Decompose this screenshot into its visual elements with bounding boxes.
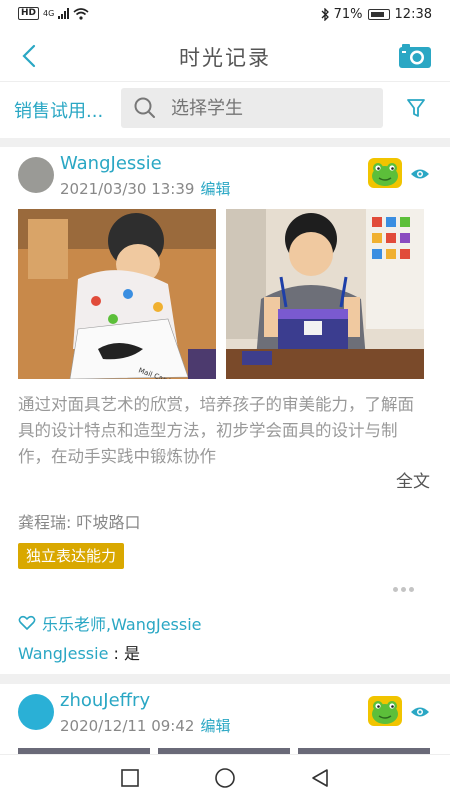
avatar[interactable]: [18, 694, 54, 730]
wifi-icon: [73, 7, 89, 20]
bluetooth-icon: [321, 8, 329, 21]
edit-link[interactable]: 编辑: [200, 180, 230, 198]
visibility-eye-icon[interactable]: [410, 167, 430, 181]
likes-row: 乐乐老师,WangJessie: [18, 611, 202, 635]
photo-mask-image: [226, 209, 424, 379]
home-icon[interactable]: [213, 766, 237, 790]
post-datetime: 2021/03/30 13:39: [60, 180, 195, 198]
status-left: HD 4G: [18, 7, 89, 20]
frog-icon[interactable]: [368, 158, 402, 188]
post-author[interactable]: zhouJeffry: [60, 690, 150, 711]
post-photo[interactable]: Mail Carrier: [18, 209, 216, 379]
post-photo[interactable]: [226, 209, 424, 379]
timeline-post: zhouJeffry 2020/12/11 09:42 编辑: [0, 684, 450, 754]
post-text: 通过对面具艺术的欣赏，培养孩子的审美能力，了解面具的设计特点和造型方法，初步学会…: [18, 395, 414, 466]
post-datetime: 2020/12/11 09:42: [60, 717, 195, 735]
more-options-icon[interactable]: [393, 587, 414, 592]
filter-row: 销售试用...: [0, 82, 450, 138]
post-meta: 2021/03/30 13:39 编辑: [60, 178, 230, 199]
post-author[interactable]: WangJessie: [60, 153, 162, 174]
comment-text: 是: [123, 644, 140, 663]
battery-icon: [367, 9, 390, 20]
student-search-input[interactable]: [171, 88, 371, 128]
hd-badge: HD: [18, 7, 40, 20]
frog-icon[interactable]: [368, 696, 402, 726]
network-label: 4G: [43, 9, 55, 18]
divider: [0, 138, 450, 147]
clock: 12:38: [394, 7, 432, 22]
comment: WangJessie : 是: [18, 640, 140, 664]
post-meta: 2020/12/11 09:42 编辑: [60, 715, 230, 736]
expand-fulltext-link[interactable]: 全文: [396, 467, 430, 492]
comment-separator: :: [108, 644, 124, 663]
photo-coloring-image: Mail Carrier: [18, 209, 216, 379]
visibility-eye-icon[interactable]: [410, 705, 430, 719]
filter-icon[interactable]: [406, 97, 426, 119]
ability-tag[interactable]: 独立表达能力: [18, 543, 125, 569]
likes-names: 乐乐老师,WangJessie: [42, 615, 202, 634]
status-right: 71% 12:38: [321, 7, 432, 22]
heart-icon[interactable]: [18, 615, 36, 631]
system-nav-bar: [0, 754, 450, 800]
recent-apps-icon[interactable]: [118, 766, 142, 790]
timeline-post: WangJessie 2021/03/30 13:39 编辑 Mail Carri…: [0, 147, 450, 674]
avatar[interactable]: [18, 157, 54, 193]
comment-author[interactable]: WangJessie: [18, 644, 108, 663]
post-location: 龚程瑞: 吓坡路口: [18, 513, 141, 532]
camera-icon[interactable]: [398, 42, 432, 70]
status-bar: HD 4G 71% 12:38: [0, 0, 450, 30]
page-title: 时光记录: [179, 46, 271, 70]
signal-icon: [58, 8, 70, 19]
student-search[interactable]: [121, 88, 383, 128]
sales-trial-selector[interactable]: 销售试用...: [14, 97, 103, 123]
battery-percent: 71%: [333, 7, 363, 22]
system-back-icon[interactable]: [308, 766, 332, 790]
edit-link[interactable]: 编辑: [200, 717, 230, 735]
divider: [0, 674, 450, 684]
app-header: 时光记录: [0, 30, 450, 82]
search-icon: [134, 97, 155, 118]
